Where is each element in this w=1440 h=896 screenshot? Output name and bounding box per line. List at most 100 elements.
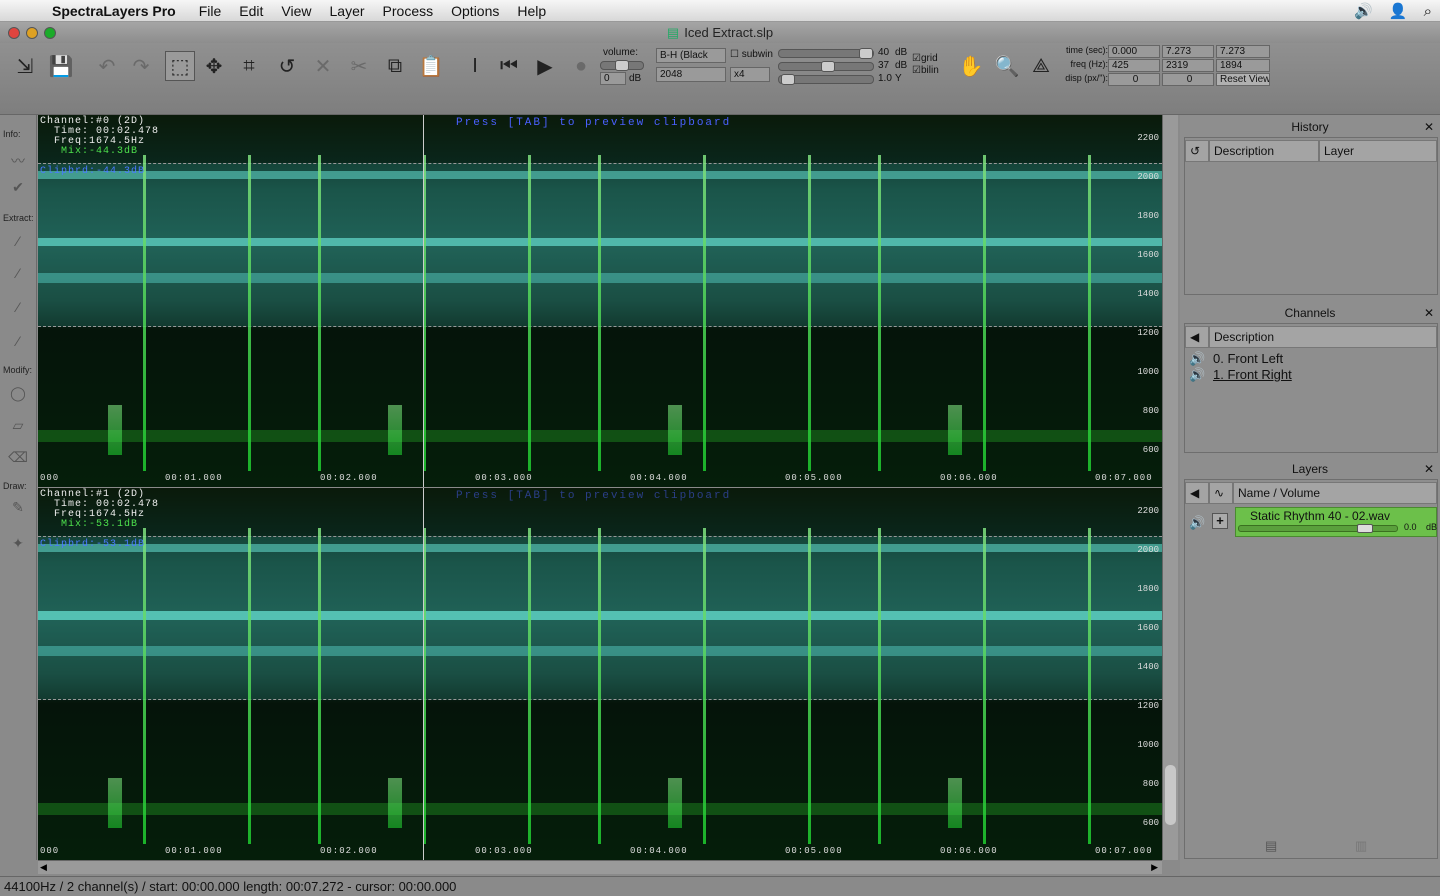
layer-volume-unit: dB [1426,522,1438,532]
close-window-button[interactable] [8,27,20,39]
range-y-slider[interactable] [778,74,874,85]
eraser-icon[interactable]: ⌫ [6,449,30,469]
pencil-icon[interactable]: ✎ [6,499,30,519]
scroll-left-icon[interactable]: ◀ [40,862,47,873]
transform-tool-icon[interactable]: ⌗ [234,51,264,81]
menu-options[interactable]: Options [442,3,508,19]
subwin-checkbox[interactable]: ☐ subwin [730,49,773,60]
channels-col-description[interactable]: Description [1209,326,1437,348]
extract-harmonic-icon[interactable]: ⁄ [6,299,30,319]
range-mid-slider[interactable] [778,61,874,72]
freq-tick-label: 2000 [1137,172,1159,182]
rect-select-tool-icon[interactable]: ⬚ [165,51,195,81]
range-top-slider[interactable] [778,48,874,59]
speaker-icon[interactable]: 🔊 [1189,367,1205,383]
layer-speaker-icon[interactable]: 🔊 [1189,515,1205,531]
playhead-cursor[interactable] [423,488,424,860]
channel-info: Channel:#1 (2D) Time: 00:02.478 Freq:167… [40,490,159,550]
spectrogram-channel-1[interactable]: Channel:#1 (2D) Time: 00:02.478 Freq:167… [38,488,1162,860]
bilin-checkbox[interactable]: ☑bilin [912,65,939,76]
modify-smudge-icon[interactable]: ▱ [6,417,30,437]
layer-add-icon[interactable]: + [1212,513,1228,529]
text-cursor-icon[interactable]: I [460,51,490,81]
freq-span-field[interactable]: 1894 [1216,59,1270,72]
import-icon[interactable]: ⇲ [10,51,40,81]
horizontal-scrollbar[interactable]: ◀ ▶ [38,860,1162,874]
close-layers-icon[interactable]: ✕ [1424,460,1434,478]
menu-file[interactable]: File [190,3,231,19]
grid-checkbox[interactable]: ☑grid [912,53,938,64]
close-history-icon[interactable]: ✕ [1424,118,1434,136]
close-channels-icon[interactable]: ✕ [1424,304,1434,322]
copy-icon[interactable]: ⧉ [380,51,410,81]
disp-y-field[interactable]: 0 [1162,73,1214,86]
app-menu[interactable]: SpectraLayers Pro [38,3,190,19]
move-tool-icon[interactable]: ✥ [199,51,229,81]
time-length-field[interactable]: 7.273 [1216,45,1270,58]
volume-value[interactable]: 0 [600,72,626,85]
user-icon[interactable]: 👤 [1381,2,1416,20]
extract-brush-icon[interactable]: ⁄ [6,233,30,253]
picker-icon[interactable]: ✔ [6,179,30,199]
reset-view-button[interactable]: Reset View [1216,73,1270,86]
channels-panel-header: Channels ✕ [1184,304,1436,322]
tool-palette: Info: 〰 ✔ Extract: ⁄ ⁄ ⁄ ⁄ Modify: ◯ ▱ ⌫… [0,115,37,860]
modify-circle-icon[interactable]: ◯ [6,385,30,405]
subwin-select[interactable]: x4 [730,67,770,82]
history-revert-icon[interactable]: ↺ [1185,140,1209,162]
record-icon[interactable]: ● [566,51,596,81]
play-icon[interactable]: ▶ [530,51,560,81]
delete-icon[interactable]: ✕ [308,51,338,81]
menu-help[interactable]: Help [508,3,555,19]
time-end-field[interactable]: 7.273 [1162,45,1214,58]
extract-wand-icon[interactable]: ⁄ [6,265,30,285]
paste-icon[interactable]: 📋 [416,51,446,81]
layer-volume-knob[interactable] [1357,524,1373,533]
transient-line [248,155,251,471]
freq-high-field[interactable]: 2319 [1162,59,1214,72]
history-col-description[interactable]: Description [1209,140,1319,162]
fft-size-select[interactable]: 2048 [656,67,726,82]
unit-db-2: dB [895,60,908,71]
minimize-window-button[interactable] [26,27,38,39]
rewind-icon[interactable]: ⏮ [494,51,524,81]
disp-x-field[interactable]: 0 [1108,73,1160,86]
modify-label: Modify: [3,365,33,375]
time-start-field[interactable]: 0.000 [1108,45,1160,58]
extract-lasso-icon[interactable]: ⁄ [6,333,30,353]
save-icon[interactable]: 💾 [46,51,76,81]
zoom-tool-icon[interactable]: 🔍 [992,51,1022,81]
spectrogram-channel-0[interactable]: Channel:#0 (2D) Time: 00:02.478 Freq:167… [38,115,1162,487]
3d-view-icon[interactable]: ⟁ [1026,51,1056,81]
menu-process[interactable]: Process [374,3,443,19]
menu-view[interactable]: View [272,3,320,19]
menu-layer[interactable]: Layer [321,3,374,19]
hand-tool-icon[interactable]: ✋ [956,51,986,81]
channel-item-front-right[interactable]: 1. Front Right [1213,367,1292,382]
volume-slider[interactable] [600,60,644,71]
menu-edit[interactable]: Edit [230,3,272,19]
layer-row-static-rhythm[interactable]: Static Rhythm 40 - 02.wav 0.0 dB [1235,507,1437,537]
cut-icon[interactable]: ✂ [344,51,374,81]
history-col-layer[interactable]: Layer [1319,140,1437,162]
speaker-icon[interactable]: 🔊 [1346,2,1381,20]
undo-icon[interactable]: ↶ [92,51,122,81]
spotlight-search-icon[interactable]: ⌕ [1416,3,1440,20]
waveform-info-icon[interactable]: 〰 [6,151,30,171]
vertical-scroll-thumb[interactable] [1165,765,1176,825]
speaker-icon[interactable]: 🔊 [1189,351,1205,367]
redo-icon[interactable]: ↷ [126,51,156,81]
new-layer-icon[interactable]: ▤ [1265,838,1277,854]
freq-low-field[interactable]: 425 [1108,59,1160,72]
lasso-icon[interactable]: ↺ [272,51,302,81]
channel-item-front-left[interactable]: 0. Front Left [1213,351,1283,366]
delete-layer-icon[interactable]: ▥ [1355,838,1367,854]
zoom-window-button[interactable] [44,27,56,39]
window-type-select[interactable]: B-H (Black [656,48,726,63]
layer-volume-slider[interactable] [1238,524,1398,533]
playhead-cursor[interactable] [423,115,424,487]
scroll-right-icon[interactable]: ▶ [1151,862,1158,873]
vertical-scrollbar[interactable] [1162,115,1178,860]
layers-col-name-volume[interactable]: Name / Volume [1233,482,1437,504]
clone-stamp-icon[interactable]: ✦ [6,535,30,555]
